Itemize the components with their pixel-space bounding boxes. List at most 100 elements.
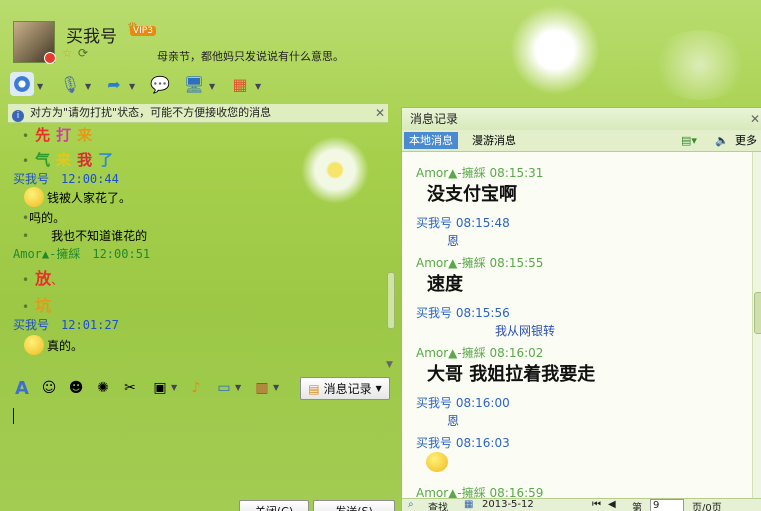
page-input[interactable]: 9: [650, 499, 684, 511]
date-field[interactable]: 2013-5-12: [482, 499, 534, 510]
more-button[interactable]: 更多: [730, 132, 761, 149]
message-history-button[interactable]: ▤ 消息记录 ▼: [300, 377, 390, 400]
message-text: 放: [35, 269, 52, 288]
sender-name: 买我号: [13, 318, 50, 332]
screenshot-icon[interactable]: ✂: [120, 378, 140, 398]
message-text: 坑: [35, 296, 52, 315]
search-icon[interactable]: ⌕: [408, 499, 414, 510]
scrollbar-thumb[interactable]: [387, 272, 395, 329]
chevron-down-icon[interactable]: ▼: [273, 383, 279, 392]
page-label: 第: [632, 503, 642, 511]
vip-badge: VIP3: [130, 26, 156, 36]
emoji-icon: [24, 335, 44, 355]
chevron-down-icon[interactable]: ▼: [255, 82, 261, 91]
send-button[interactable]: 发送(S): [313, 500, 395, 511]
chevron-down-icon[interactable]: ▼: [235, 383, 241, 392]
sender-name: Amor▲-擁綵: [13, 247, 81, 261]
message-text: 吗的。: [29, 211, 66, 225]
emoji-icon[interactable]: ☺: [39, 378, 59, 398]
chevron-down-icon[interactable]: ▼: [171, 383, 177, 392]
message-time: 08:16:00: [452, 396, 510, 410]
history-entry-header: 买我号 08:16:00: [416, 394, 510, 411]
calendar-icon[interactable]: ▦: [464, 499, 473, 510]
file-transfer-icon[interactable]: ➦: [102, 72, 126, 96]
history-entry-header: 买我号 08:16:03: [416, 434, 510, 451]
chevron-down-icon[interactable]: ▼: [37, 82, 43, 91]
text-caret: [13, 408, 14, 424]
sender-name: 买我号: [13, 172, 50, 186]
sender-name: Amor▲-擁綵: [416, 346, 486, 360]
search-label[interactable]: 查找: [428, 499, 448, 511]
history-entry-header: Amor▲-擁綵 08:16:02: [416, 344, 543, 361]
refresh-icon[interactable]: ⟳: [78, 46, 88, 60]
chevron-down-icon[interactable]: ▼: [129, 82, 135, 91]
message-time: 12:01:27: [61, 318, 119, 332]
remote-desktop-icon[interactable]: 🖥: [182, 72, 206, 96]
sender-name: Amor▲-擁綵: [416, 256, 486, 270]
chevron-down-icon[interactable]: ▼: [85, 82, 91, 91]
message-header: 买我号 12:00:44: [13, 170, 119, 187]
message-char: 先: [35, 126, 51, 144]
history-panel: 消息记录 ✕ 本地消息 漫游消息 ▤▾ 🔈 更多 Amor▲-擁綵 08:15:…: [401, 107, 761, 511]
history-panel-title: 消息记录: [402, 108, 761, 130]
emoji-icon: [24, 187, 44, 207]
message-time: 08:16:59: [485, 486, 544, 498]
font-icon[interactable]: A: [12, 378, 32, 399]
history-message-text: 速度: [427, 274, 463, 295]
first-page-icon[interactable]: ⏮: [592, 499, 601, 510]
history-tabs: 本地消息 漫游消息 ▤▾ 🔈 更多: [402, 130, 761, 152]
message-time: 12:00:44: [61, 172, 119, 186]
video-call-icon[interactable]: [10, 72, 34, 96]
chevron-down-icon: ▼: [375, 384, 382, 393]
history-scrollbar[interactable]: [752, 152, 761, 498]
magic-emoji-icon[interactable]: ✺: [93, 378, 113, 398]
message-input[interactable]: [8, 400, 394, 500]
message-scrollbar[interactable]: [386, 122, 395, 368]
chat-header: 买我号 ♛ VIP3 ☆ ⟳ 母亲节，都他妈只发说说有什么意思。 ▼ 🎙 ▼ ➦…: [0, 0, 761, 105]
voice-call-icon[interactable]: 🎙: [58, 72, 82, 96]
close-history-icon[interactable]: ✕: [750, 112, 760, 126]
tab-roaming-messages[interactable]: 漫游消息: [467, 132, 521, 149]
apps-icon[interactable]: ▦: [228, 72, 252, 96]
chat-message: 钱被人家花了。: [24, 187, 131, 207]
status-notice-text: 对方为"请勿打扰"状态，可能不方便接收您的消息: [30, 106, 272, 119]
message-char: 我: [77, 151, 93, 169]
screen-share-icon[interactable]: ▭: [214, 378, 234, 398]
scrollbar-thumb[interactable]: [754, 292, 761, 334]
message-char: 气: [35, 151, 51, 169]
chat-message: • 气来我了: [22, 151, 114, 169]
contact-signature: 母亲节，都他妈只发说说有什么意思。: [157, 50, 344, 63]
sender-name: Amor▲-擁綵: [416, 486, 486, 498]
message-history-label: 消息记录: [323, 382, 372, 396]
chevron-down-icon[interactable]: ▼: [209, 82, 215, 91]
chat-message: •吗的。: [22, 211, 66, 225]
status-notice: i 对方为"请勿打扰"状态，可能不方便接收您的消息: [8, 104, 388, 123]
history-message-text: 没支付宝啊: [427, 184, 517, 205]
export-icon[interactable]: ▤▾: [676, 132, 702, 149]
chat-message: 真的。: [24, 335, 83, 355]
message-time: 08:15:56: [452, 306, 510, 320]
history-icon: ▤: [308, 381, 320, 396]
scroll-down-icon[interactable]: ▼: [386, 360, 393, 370]
group-chat-icon[interactable]: 💬: [148, 72, 172, 96]
prev-page-icon[interactable]: ◀: [608, 499, 616, 510]
history-footer: ⌕ 查找 ▦ 2013-5-12 ⏮ ◀ 第 9 页/0页: [402, 498, 761, 511]
message-text: 我也不知道谁花的: [51, 229, 148, 243]
tab-local-messages[interactable]: 本地消息: [404, 132, 458, 149]
close-notice-icon[interactable]: ✕: [375, 106, 385, 120]
chat-message: • 先打来: [22, 126, 93, 144]
image-icon[interactable]: ▣: [150, 378, 170, 398]
history-entry-header: 买我号 08:15:56: [416, 304, 510, 321]
music-icon[interactable]: ♪: [186, 378, 206, 398]
star-icon[interactable]: ☆: [62, 46, 73, 60]
gift-icon[interactable]: ▥: [252, 378, 272, 398]
message-header: 买我号 12:01:27: [13, 316, 119, 333]
sender-name: 买我号: [416, 306, 453, 320]
chat-window: 买我号 ♛ VIP3 ☆ ⟳ 母亲节，都他妈只发说说有什么意思。 ▼ 🎙 ▼ ➦…: [0, 0, 761, 511]
emoji-hand-icon[interactable]: ☻: [66, 378, 86, 398]
avatar[interactable]: [13, 21, 56, 64]
message-time: 08:15:31: [485, 166, 544, 180]
sender-name: 买我号: [416, 436, 453, 450]
message-time: 12:00:51: [92, 247, 151, 261]
close-button[interactable]: 关闭(C): [239, 500, 309, 511]
